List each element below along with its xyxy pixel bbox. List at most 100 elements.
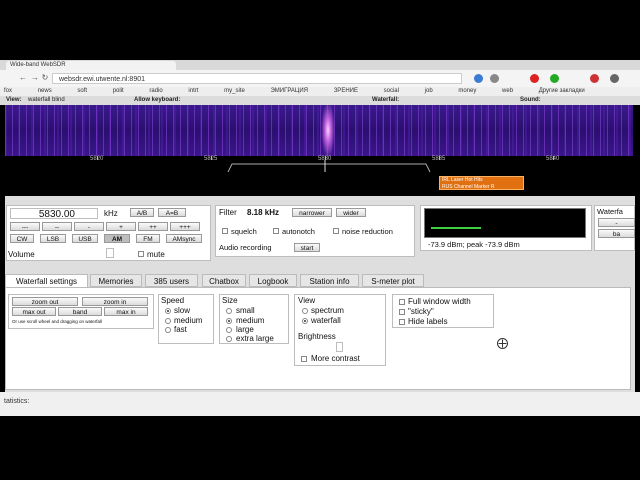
forward-icon[interactable]: → xyxy=(30,73,40,83)
hide-labels-checkbox[interactable] xyxy=(399,319,405,325)
zoom-out-button[interactable]: zoom out xyxy=(12,297,78,306)
station-marker[interactable]: IRL Laser Hot Hits RUS Channel Marker R xyxy=(439,176,524,190)
extension-icon[interactable] xyxy=(490,74,499,83)
reload-icon[interactable]: ↻ xyxy=(40,73,50,83)
bookmark-star-icon[interactable] xyxy=(474,74,483,83)
band-button[interactable]: band xyxy=(58,307,102,316)
bookmark[interactable]: soft xyxy=(73,87,87,96)
tab-logbook[interactable]: Logbook xyxy=(249,274,297,287)
scale-label: 5840 xyxy=(546,156,560,162)
frequency-input[interactable]: 5830.00 xyxy=(10,208,98,220)
sound-label: Sound: xyxy=(520,97,541,103)
bookmark[interactable]: radio xyxy=(145,87,162,96)
tab-users[interactable]: 385 users xyxy=(145,274,198,287)
passband-indicator[interactable] xyxy=(220,160,440,174)
step-button[interactable]: -- xyxy=(42,222,72,231)
view-waterfall-radio[interactable] xyxy=(302,318,308,324)
bookmark[interactable]: money xyxy=(454,87,476,96)
tab-chatbox[interactable]: Chatbox xyxy=(202,274,246,287)
speed-slow-radio[interactable] xyxy=(165,308,171,314)
speed-fast-radio[interactable] xyxy=(165,327,171,333)
bookmark[interactable]: job xyxy=(421,87,433,96)
step-button[interactable]: + xyxy=(106,222,136,231)
view-spectrum-radio[interactable] xyxy=(302,308,308,314)
statistics-bar: tatistics: xyxy=(0,392,640,416)
volume-label: Volume xyxy=(8,250,35,259)
squelch-label: squelch xyxy=(231,227,257,236)
autonotch-label: autonotch xyxy=(282,227,315,236)
record-start-button[interactable]: start xyxy=(294,243,320,252)
bookmark[interactable]: intrt xyxy=(184,87,198,96)
mode-am-button[interactable]: AM xyxy=(104,234,130,243)
autonotch-checkbox[interactable] xyxy=(273,228,279,234)
side-button[interactable]: ba xyxy=(598,229,635,238)
mode-usb-button[interactable]: USB xyxy=(72,234,98,243)
step-button[interactable]: --- xyxy=(10,222,40,231)
smeter-display xyxy=(424,208,586,238)
bookmark[interactable]: ЭМИГРАЦИЯ xyxy=(266,87,308,96)
tab-memories[interactable]: Memories xyxy=(90,274,142,287)
step-button[interactable]: ++ xyxy=(138,222,168,231)
step-button[interactable]: +++ xyxy=(170,222,200,231)
step-button[interactable]: - xyxy=(74,222,104,231)
mode-cw-button[interactable]: CW xyxy=(10,234,34,243)
speed-option: slow xyxy=(174,306,191,315)
squelch-checkbox[interactable] xyxy=(222,228,228,234)
size-medium-radio[interactable] xyxy=(226,318,232,324)
extension-icon[interactable] xyxy=(550,74,559,83)
more-contrast-checkbox[interactable] xyxy=(301,356,307,362)
bookmarks-bar: fox news soft polit radio intrt my_site … xyxy=(0,87,640,96)
size-large-radio[interactable] xyxy=(226,327,232,333)
smeter-bar xyxy=(431,227,481,229)
bookmark[interactable]: news xyxy=(34,87,52,96)
url-input[interactable]: websdr.ewi.utwente.nl:8901 xyxy=(52,73,462,84)
ab-button[interactable]: A/B xyxy=(130,208,154,217)
bookmark[interactable]: my_site xyxy=(220,87,245,96)
mute-label: mute xyxy=(147,250,165,259)
mode-lsb-button[interactable]: LSB xyxy=(40,234,66,243)
tab-waterfall-settings[interactable]: Waterfall settings xyxy=(5,274,88,287)
view-items[interactable]: waterfall blind xyxy=(28,96,65,105)
full-window-checkbox[interactable] xyxy=(399,299,405,305)
brightness-slider[interactable] xyxy=(336,342,343,352)
narrower-button[interactable]: narrower xyxy=(292,208,332,217)
move-cursor-icon xyxy=(497,338,508,349)
mode-amsync-button[interactable]: AMsync xyxy=(166,234,202,243)
waterfall-display[interactable] xyxy=(5,105,633,156)
menu-icon[interactable] xyxy=(610,74,619,83)
keyboard-label: Allow keyboard: xyxy=(134,97,181,103)
bookmark[interactable]: polit xyxy=(109,87,124,96)
mute-checkbox[interactable] xyxy=(138,251,144,257)
hide-labels-label: Hide labels xyxy=(408,317,448,326)
more-contrast-label: More contrast xyxy=(311,354,360,363)
size-small-radio[interactable] xyxy=(226,308,232,314)
bookmark[interactable]: social xyxy=(380,87,399,96)
speed-medium-radio[interactable] xyxy=(165,318,171,324)
waterfall-label: Waterfall: xyxy=(372,97,400,103)
frequency-unit: kHz xyxy=(104,209,118,218)
bookmark[interactable]: web xyxy=(498,87,513,96)
tab-smeter-plot[interactable]: S-meter plot xyxy=(362,274,424,287)
tab-station-info[interactable]: Station info xyxy=(300,274,359,287)
wider-button[interactable]: wider xyxy=(336,208,366,217)
sticky-checkbox[interactable] xyxy=(399,309,405,315)
bookmark[interactable]: ЗРЕНИЕ xyxy=(330,87,358,96)
volume-slider[interactable] xyxy=(106,248,114,258)
noise-reduction-checkbox[interactable] xyxy=(333,228,339,234)
a-equals-b-button[interactable]: A=B xyxy=(158,208,186,217)
noise-reduction-label: noise reduction xyxy=(342,227,393,236)
extension-icon[interactable] xyxy=(590,74,599,83)
size-extra-large-radio[interactable] xyxy=(226,336,232,342)
zoom-in-button[interactable]: zoom in xyxy=(82,297,148,306)
max-out-button[interactable]: max out xyxy=(12,307,56,316)
size-option: extra large xyxy=(236,334,274,343)
max-in-button[interactable]: max in xyxy=(104,307,148,316)
side-button[interactable]: - xyxy=(598,218,635,227)
bookmark[interactable]: fox xyxy=(0,87,12,96)
browser-tab[interactable]: Wide-band WebSDR xyxy=(6,61,176,70)
bookmark[interactable]: Другие закладки xyxy=(535,87,585,96)
brightness-label: Brightness xyxy=(298,332,336,341)
mode-fm-button[interactable]: FM xyxy=(136,234,160,243)
extension-icon[interactable] xyxy=(530,74,539,83)
back-icon[interactable]: ← xyxy=(18,73,28,83)
